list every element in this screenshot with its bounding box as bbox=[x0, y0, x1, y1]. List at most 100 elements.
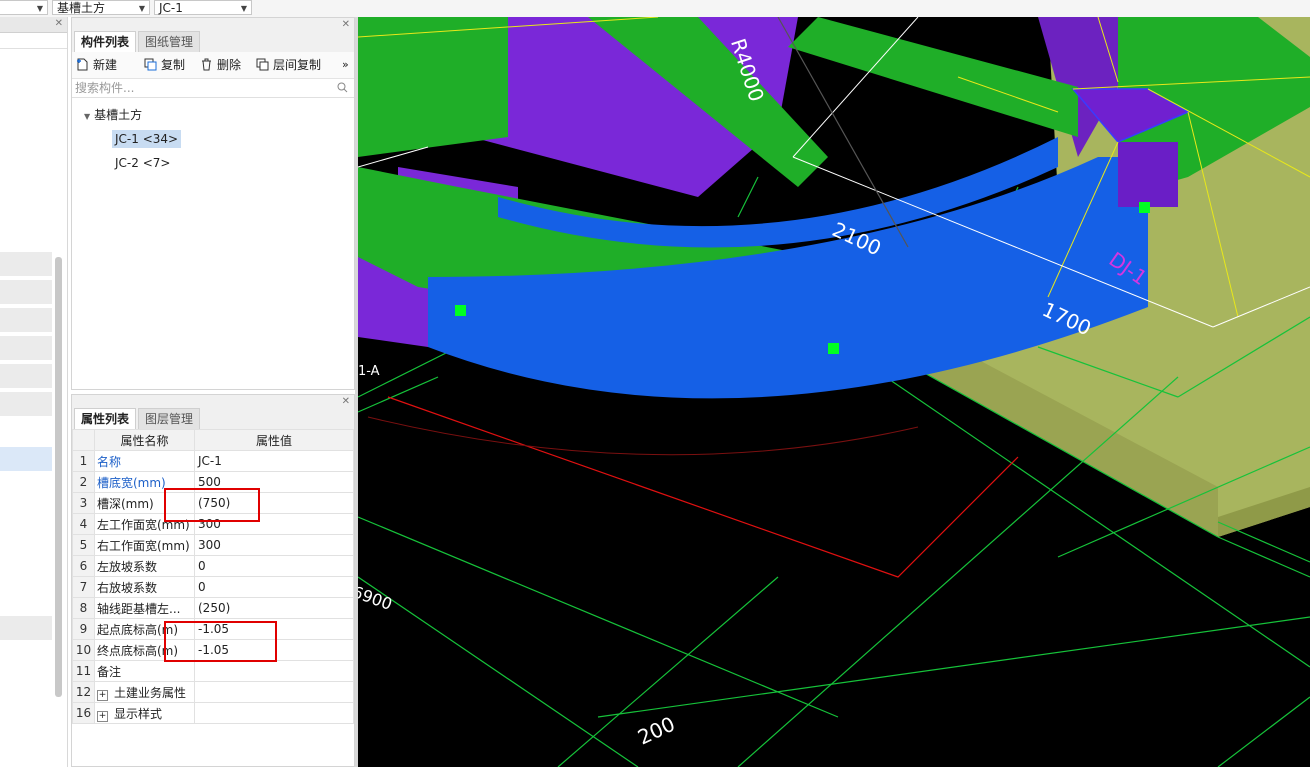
expand-icon[interactable]: + bbox=[97, 689, 108, 701]
close-icon[interactable]: ✕ bbox=[342, 395, 350, 409]
property-name: + 土建业务属性 bbox=[94, 681, 195, 703]
copy-button[interactable]: 复制 bbox=[144, 56, 185, 74]
table-row[interactable]: 11 备注 bbox=[72, 660, 354, 682]
property-value[interactable] bbox=[194, 681, 354, 703]
row-number: 4 bbox=[72, 513, 95, 535]
tree-item-jc2[interactable]: JC-2 <7> bbox=[112, 154, 173, 172]
property-value[interactable]: 300 bbox=[194, 534, 354, 556]
red-axis-line bbox=[387, 396, 1019, 578]
tree-item-jc1[interactable]: JC-1 <34> bbox=[112, 130, 182, 148]
category-combo[interactable]: 基槽土方 ▼ bbox=[52, 0, 150, 15]
dimension-200: 200 bbox=[634, 712, 679, 750]
search-input[interactable]: 搜索构件... bbox=[75, 81, 134, 95]
property-value[interactable]: 0 bbox=[194, 555, 354, 577]
row-number: 11 bbox=[72, 660, 95, 682]
table-row[interactable]: 5 右工作面宽(mm) 300 bbox=[72, 534, 354, 556]
row-number: 9 bbox=[72, 618, 95, 640]
tree-group[interactable]: ▼ 基槽土方 bbox=[84, 106, 142, 126]
tree-group-label: 基槽土方 bbox=[94, 108, 143, 122]
nav-item[interactable] bbox=[0, 336, 52, 360]
tab-drawing-management[interactable]: 图纸管理 bbox=[138, 31, 201, 52]
property-name-text: 轴线距基槽左... bbox=[97, 601, 181, 616]
component-combo[interactable]: JC-1 ▼ bbox=[154, 0, 252, 15]
green-beam[interactable] bbox=[788, 17, 1078, 137]
search-box[interactable]: 搜索构件... bbox=[72, 79, 354, 98]
model-canvas[interactable]: R4000 2100 1700 DJ-1 1-A 6900 200 bbox=[358, 17, 1310, 767]
chevron-down-icon: ▼ bbox=[138, 4, 145, 13]
expand-icon[interactable]: + bbox=[97, 710, 108, 722]
nav-item[interactable] bbox=[0, 280, 52, 304]
table-row[interactable]: 6 左放坡系数 0 bbox=[72, 555, 354, 577]
nav-item[interactable] bbox=[0, 252, 52, 276]
copy-icon bbox=[144, 58, 157, 71]
new-button-label: 新建 bbox=[93, 58, 118, 72]
scrollbar[interactable] bbox=[55, 257, 62, 697]
component-toolbar: 新建 复制 删除 层间复制 » bbox=[72, 52, 354, 79]
search-icon bbox=[337, 82, 348, 93]
delete-button-label: 删除 bbox=[217, 58, 242, 72]
dimension-6900: 6900 bbox=[358, 582, 395, 614]
new-file-icon bbox=[77, 58, 88, 71]
new-button[interactable]: 新建 bbox=[76, 56, 117, 74]
property-name-text: 备注 bbox=[97, 664, 122, 679]
table-header: 属性名称 属性值 bbox=[72, 429, 354, 451]
property-name-text: 名称 bbox=[97, 454, 122, 469]
highlight-box bbox=[164, 488, 260, 522]
header-value: 属性值 bbox=[194, 429, 354, 451]
table-row[interactable]: 1 名称 JC-1 bbox=[72, 450, 354, 472]
nav-item-selected[interactable] bbox=[0, 447, 52, 471]
chevron-down-icon: ▼ bbox=[36, 4, 43, 13]
close-icon[interactable]: ✕ bbox=[342, 18, 350, 32]
row-number: 2 bbox=[72, 471, 95, 493]
property-value[interactable] bbox=[194, 702, 354, 724]
property-value[interactable]: JC-1 bbox=[194, 450, 354, 472]
row-number: 16 bbox=[72, 702, 95, 724]
grip-point[interactable] bbox=[828, 343, 839, 354]
trash-icon bbox=[202, 58, 211, 71]
component-tabs: ✕ 构件列表 图纸管理 bbox=[72, 18, 354, 52]
property-name: 轴线距基槽左... bbox=[94, 597, 195, 619]
nav-item[interactable] bbox=[0, 616, 52, 640]
table-row[interactable]: 8 轴线距基槽左... (250) bbox=[72, 597, 354, 619]
axis-label: 1-A bbox=[358, 364, 380, 379]
column-body[interactable] bbox=[1118, 142, 1178, 207]
tab-component-list[interactable]: 构件列表 bbox=[74, 31, 137, 52]
property-value[interactable]: (250) bbox=[194, 597, 354, 619]
3d-viewport[interactable]: R4000 2100 1700 DJ-1 1-A 6900 200 bbox=[358, 17, 1310, 767]
nav-item[interactable] bbox=[0, 364, 52, 388]
table-row[interactable]: 7 右放坡系数 0 bbox=[72, 576, 354, 598]
component-list-panel: ✕ 构件列表 图纸管理 新建 复制 删除 层间复制 » 搜索构件... ▼ 基槽土… bbox=[71, 17, 355, 390]
property-name: 左放坡系数 bbox=[94, 555, 195, 577]
nav-item[interactable] bbox=[0, 308, 52, 332]
more-tools-button[interactable]: » bbox=[342, 56, 349, 74]
grip-point[interactable] bbox=[455, 305, 466, 316]
property-tabs: ✕ 属性列表 图层管理 bbox=[72, 395, 354, 429]
row-number: 7 bbox=[72, 576, 95, 598]
property-name-text: 显示样式 bbox=[114, 706, 163, 721]
grip-point[interactable] bbox=[1139, 202, 1150, 213]
property-name-text: 左放坡系数 bbox=[97, 559, 158, 574]
property-name: 备注 bbox=[94, 660, 195, 682]
green-beam[interactable] bbox=[358, 17, 508, 157]
floor-copy-button[interactable]: 层间复制 bbox=[256, 56, 321, 74]
tab-property-list[interactable]: 属性列表 bbox=[74, 408, 137, 429]
highlight-box bbox=[164, 621, 277, 662]
property-name: 名称 bbox=[94, 450, 195, 472]
property-table: 属性名称 属性值 1 名称 JC-1 2 槽底宽(mm) 500 3 槽深(mm) (750) 4… bbox=[72, 429, 354, 724]
table-row[interactable]: 16 + 显示样式 bbox=[72, 702, 354, 724]
property-value[interactable] bbox=[194, 660, 354, 682]
property-value[interactable]: 0 bbox=[194, 576, 354, 598]
delete-button[interactable]: 删除 bbox=[200, 56, 241, 74]
floor-copy-icon bbox=[256, 58, 269, 71]
nav-item[interactable] bbox=[0, 392, 52, 416]
floor-combo[interactable]: ▼ bbox=[0, 0, 48, 15]
row-number: 1 bbox=[72, 450, 95, 472]
collapse-arrow-icon[interactable]: ▼ bbox=[84, 112, 90, 121]
tab-layer-management[interactable]: 图层管理 bbox=[138, 408, 201, 429]
row-number: 12 bbox=[72, 681, 95, 703]
arc-guide bbox=[367, 416, 919, 456]
navigation-pane-header: ✕ bbox=[0, 17, 67, 33]
property-name-text: 右放坡系数 bbox=[97, 580, 158, 595]
table-row[interactable]: 12 + 土建业务属性 bbox=[72, 681, 354, 703]
close-icon[interactable]: ✕ bbox=[55, 17, 63, 31]
